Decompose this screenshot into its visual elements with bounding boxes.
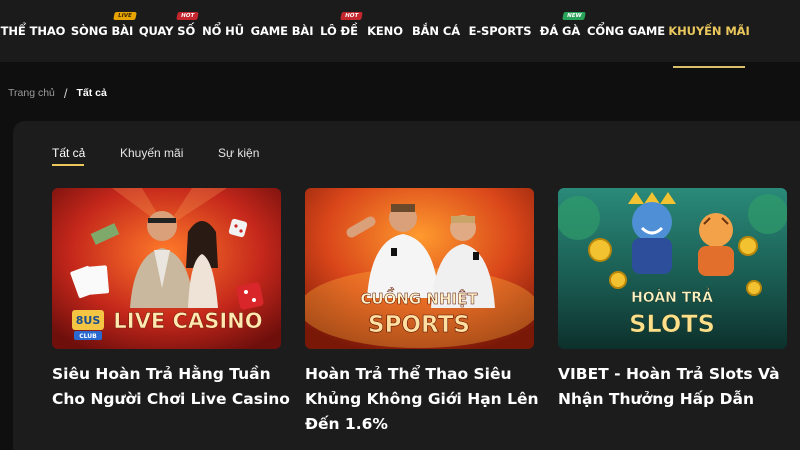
live-badge: LIVE [113,12,137,20]
nav-item-cong-game[interactable]: CỔNG GAME [587,0,665,62]
sports-banner-image: CUỒNG NHIỆT SPORTS [305,188,534,349]
nav-item-the-thao[interactable]: THỂ THAO [0,0,66,62]
nav-item-ban-ca[interactable]: BẮN CÁ [411,0,461,62]
tab-events[interactable]: Sự kiện [218,146,259,166]
active-nav-indicator [673,66,745,68]
svg-text:CUỒNG NHIỆT: CUỒNG NHIỆT [360,286,478,308]
svg-text:8US: 8US [76,314,101,327]
promo-card-image-sports[interactable]: CUỒNG NHIỆT SPORTS [305,188,534,349]
breadcrumb-current: Tất cả [76,87,107,99]
breadcrumb-home-link[interactable]: Trang chủ [8,87,55,99]
nav-item-e-sports[interactable]: E-SPORTS [468,0,532,62]
nav-item-quay-so[interactable]: QUAY SỐ [139,0,195,62]
nav-item-game-bai[interactable]: GAME BÀI [251,0,314,62]
hot-badge: HOT [340,12,363,20]
promo-card-title[interactable]: Hoàn Trả Thể Thao Siêu Khủng Không Giới … [305,362,545,437]
hot-badge: HOT [176,12,199,20]
breadcrumb-separator: / [63,85,68,101]
svg-text:CLUB: CLUB [79,333,97,340]
nav-item-song-bai[interactable]: SÒNG BÀI [70,0,134,62]
slots-banner-image: HOÀN TRẢ SLOTS [558,188,787,349]
svg-text:HOÀN TRẢ: HOÀN TRẢ [631,287,713,306]
svg-text:LIVE CASINO: LIVE CASINO [113,309,262,333]
promo-card-image-slots[interactable]: HOÀN TRẢ SLOTS [558,188,787,349]
svg-text:SPORTS: SPORTS [368,312,470,338]
top-navigation: THỂ THAO SÒNG BÀI QUAY SỐ NỔ HŨ GAME BÀI… [0,0,800,62]
new-badge: NEW [562,12,587,20]
nav-item-da-ga[interactable]: ĐÁ GÀ [538,0,582,62]
nav-item-lo-de[interactable]: LÔ ĐỀ [319,0,359,62]
promo-card-title[interactable]: Siêu Hoàn Trả Hằng Tuần Cho Người Chơi L… [52,362,292,412]
tab-promotions[interactable]: Khuyến mãi [120,146,183,166]
breadcrumb: Trang chủ / Tất cả [8,85,107,101]
live-casino-banner-image: 8US CLUB LIVE CASINO [52,188,281,349]
tab-all[interactable]: Tất cả [52,146,85,166]
active-tab-indicator [52,164,84,166]
nav-item-no-hu[interactable]: NỔ HŨ [201,0,245,62]
nav-item-keno[interactable]: KENO [366,0,404,62]
svg-text:SLOTS: SLOTS [629,310,715,338]
promo-card-title[interactable]: VIBET - Hoàn Trả Slots Và Nhận Thưởng Hấ… [558,362,798,412]
promo-card-image-live-casino[interactable]: 8US CLUB LIVE CASINO [52,188,281,349]
nav-item-khuyen-mai[interactable]: KHUYẾN MÃI [668,0,749,62]
